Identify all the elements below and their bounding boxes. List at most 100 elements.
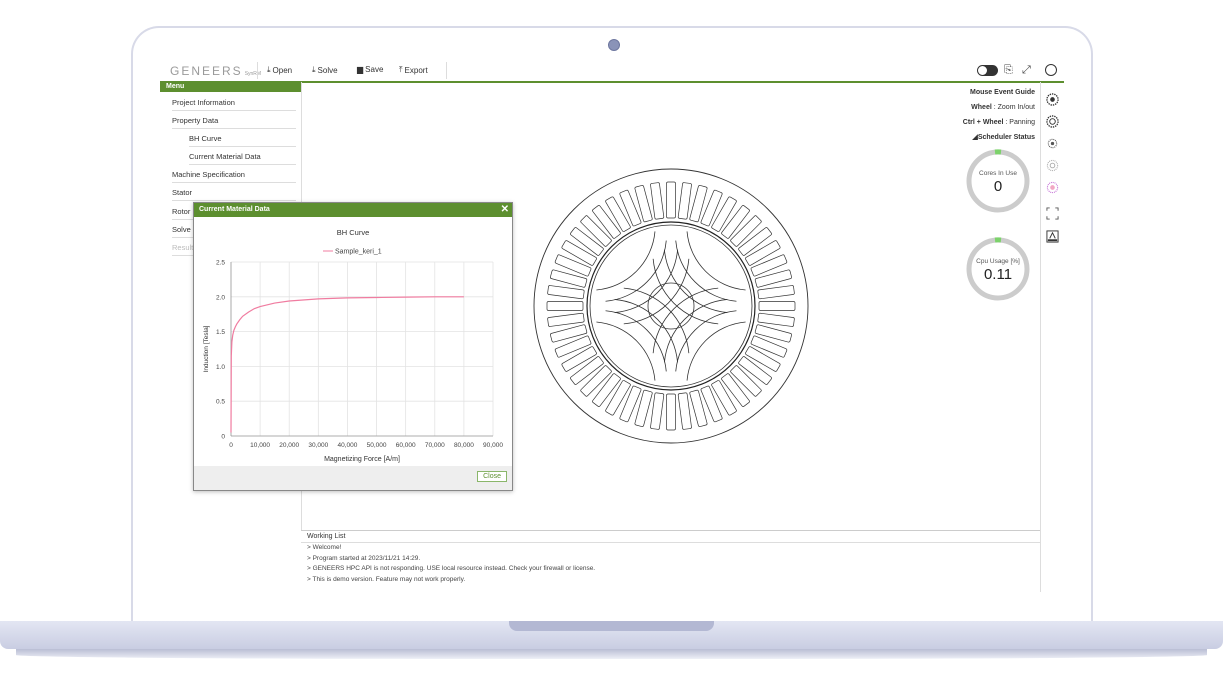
mouse-event-guide: Mouse Event Guide Wheel : Zoom In/out Ct…: [963, 85, 1035, 145]
log-line: > This is demo version. Feature may not …: [307, 575, 466, 583]
y-tick-label: 0.5: [216, 399, 225, 406]
y-tick-label: 0: [221, 434, 225, 441]
mouse-guide-title: Mouse Event Guide: [970, 89, 1035, 96]
menu-item-property-data[interactable]: Property Data: [172, 115, 296, 129]
scheduler-status-toggle[interactable]: ◢Scheduler Status: [963, 130, 1035, 145]
toolbar-divider: [257, 62, 258, 79]
x-axis-label: Magnetizing Force [A/m]: [324, 456, 400, 463]
ctrl-wheel-hint: Ctrl + Wheel : Panning: [962, 119, 1035, 126]
wheel-hint: Wheel : Zoom In/out: [971, 104, 1035, 111]
theme-toggle[interactable]: [977, 65, 998, 76]
dialog-footer: Close: [194, 466, 512, 490]
x-tick-label: 40,000: [337, 442, 357, 449]
flux-barrier: [675, 310, 737, 372]
webcam-icon: [608, 39, 620, 51]
full-motor-icon[interactable]: [1046, 93, 1059, 106]
y-tick-label: 1.0: [216, 364, 225, 371]
working-list-panel: Working List > Welcome! > Program starte…: [301, 530, 1040, 592]
y-tick-label: 1.5: [216, 329, 225, 336]
flux-barrier: [623, 258, 690, 325]
stator-slot: [757, 285, 795, 300]
close-icon[interactable]: ✕: [501, 203, 509, 217]
download-icon: ⤓: [312, 65, 316, 74]
download-icon: ⤓: [267, 65, 271, 74]
toolbar-divider: [446, 62, 447, 79]
x-tick-label: 70,000: [425, 442, 445, 449]
solve-button[interactable]: ⤓ Solve: [312, 65, 338, 75]
stator-slot: [677, 182, 692, 220]
cpu-gauge: Cpu Usage [%] 0.11: [965, 236, 1031, 302]
stator-slot: [677, 392, 692, 430]
x-tick-label: 60,000: [396, 442, 416, 449]
menu-item-project-information[interactable]: Project Information: [172, 97, 296, 111]
y-tick-label: 2.5: [216, 260, 225, 267]
flux-barrier: [652, 287, 719, 354]
log-line: > GENEERS HPC API is not responding. USE…: [307, 565, 596, 572]
stator-slot: [650, 392, 665, 430]
legend-label: Sample_keri_1: [335, 249, 382, 256]
menu-title: Menu: [160, 82, 301, 92]
upload-icon: ⤒: [399, 65, 403, 74]
cores-value: 0: [993, 178, 1003, 195]
current-material-dialog: Current Material Data ✕ BH Curve Sample_k…: [193, 202, 513, 491]
x-tick-label: 90,000: [483, 442, 503, 449]
stator-slot: [650, 182, 665, 220]
stator-slot: [546, 301, 584, 311]
log-line: > Program started at 2023/11/21 14:29.: [307, 554, 421, 562]
stator-slot: [666, 181, 676, 219]
dialog-title: Current Material Data: [199, 206, 270, 213]
field-plot-icon[interactable]: [1046, 181, 1059, 194]
stator-slot: [758, 301, 796, 311]
cpu-value: 0.11: [983, 266, 1013, 283]
save-button[interactable]: ▆ Save: [357, 65, 383, 74]
fullscreen-icon[interactable]: ⤢: [1022, 64, 1031, 77]
stator-slot: [547, 285, 585, 300]
y-tick-label: 2.0: [216, 294, 225, 301]
chart-title: BH Curve: [337, 228, 370, 237]
x-tick-label: 30,000: [308, 442, 328, 449]
dialog-header: Current Material Data ✕: [194, 203, 512, 217]
rotor-outer-circle: [589, 224, 753, 388]
x-tick-label: 80,000: [454, 442, 474, 449]
mesh-icon[interactable]: [1046, 159, 1059, 172]
app-screen: GENEERS SynRM ⤓ Open ⤓ Solve ▆ Save ⤒ Export …: [160, 60, 1064, 592]
flux-barrier: [623, 287, 690, 354]
app-logo: GENEERS SynRM: [170, 64, 262, 78]
bh-curve-chart: BH Curve Sample_keri_1 0 10,000 20,000 30,000…: [203, 228, 503, 463]
stator-slot: [666, 393, 676, 431]
cores-label: Cores In Use: [979, 170, 1017, 177]
open-button[interactable]: ⤓ Open: [267, 65, 292, 75]
close-button[interactable]: Close: [477, 471, 507, 482]
shaft-circle: [647, 282, 695, 330]
user-avatar[interactable]: [1045, 64, 1057, 76]
menu-item-machine-specification[interactable]: Machine Specification: [172, 169, 296, 183]
x-tick-label: 20,000: [279, 442, 299, 449]
flux-barrier: [652, 258, 719, 325]
log-line: > Welcome!: [307, 544, 342, 551]
flux-barrier: [675, 240, 737, 302]
stator-slot: [757, 312, 795, 327]
fit-view-icon[interactable]: [1046, 207, 1059, 220]
text-export-icon[interactable]: [1046, 230, 1059, 243]
flux-barrier: [605, 240, 667, 302]
x-tick-label: 50,000: [367, 442, 387, 449]
stator-slot: [547, 312, 585, 327]
laptop-notch: [509, 621, 714, 631]
x-tick-label: 0: [229, 442, 233, 449]
menu-item-stator[interactable]: Stator: [172, 187, 296, 201]
menu-item-current-material-data[interactable]: Current Material Data: [189, 151, 296, 165]
save-icon: ▆: [357, 65, 364, 74]
export-button[interactable]: ⤒ Export: [399, 65, 428, 75]
translate-icon[interactable]: ⎘: [1004, 64, 1013, 77]
cpu-label: Cpu Usage [%]: [976, 258, 1020, 265]
laptop-shadow: [16, 649, 1207, 659]
airgap-circle: [586, 221, 756, 391]
working-list-title: Working List: [301, 531, 1040, 543]
x-tick-label: 10,000: [250, 442, 270, 449]
rotor-icon[interactable]: [1046, 137, 1059, 150]
menu-item-bh-curve[interactable]: BH Curve: [189, 133, 296, 147]
flux-barrier: [605, 310, 667, 372]
right-tool-rail: [1040, 82, 1064, 592]
stator-icon[interactable]: [1046, 115, 1059, 128]
top-toolbar: GENEERS SynRM ⤓ Open ⤓ Solve ▆ Save ⤒ Export …: [160, 60, 1064, 83]
